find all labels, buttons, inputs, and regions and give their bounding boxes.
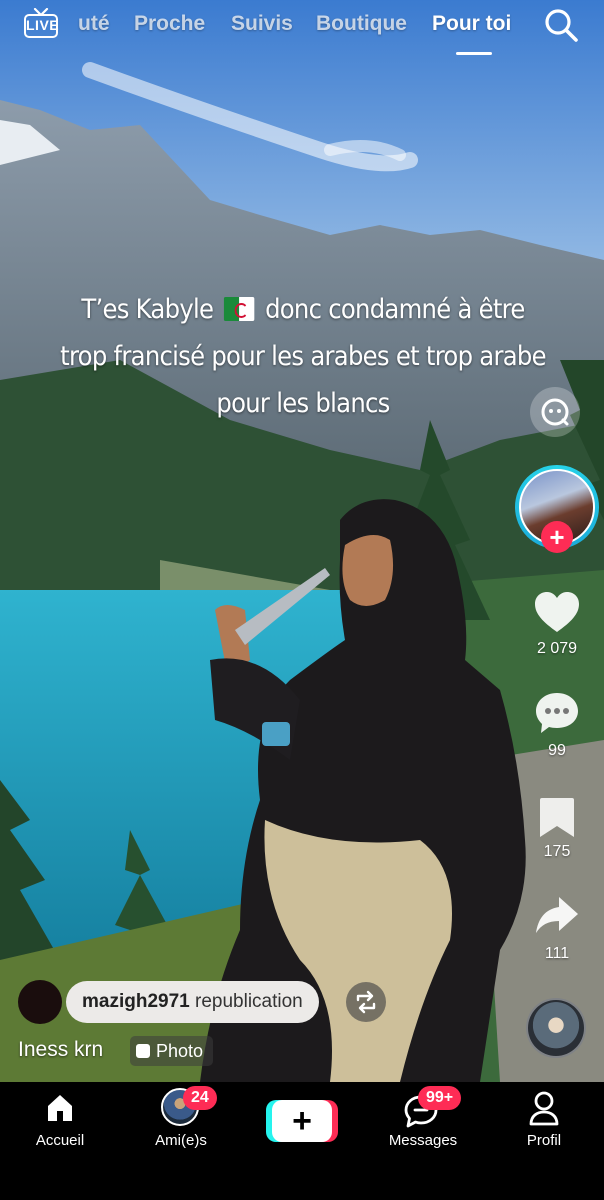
repost-label: republication <box>195 991 303 1012</box>
author-name[interactable]: Iness krn <box>18 1038 103 1062</box>
repost-icon <box>356 990 376 1014</box>
tab-for-you[interactable]: Pour toi <box>432 12 511 36</box>
post-caption: T’es Kabyle donc condamné à être trop fr… <box>57 286 548 427</box>
tab-community[interactable]: uté <box>78 12 110 36</box>
share-count: 111 <box>544 945 570 962</box>
nav-messages[interactable]: 99+ Messages <box>382 1082 464 1162</box>
music-disc-avatar[interactable] <box>526 998 586 1058</box>
post-photo[interactable] <box>0 0 604 1082</box>
like-count: 2 079 <box>536 640 578 657</box>
reposter-username: mazigh2971 <box>82 991 190 1012</box>
heart-icon[interactable] <box>533 590 581 636</box>
follow-button[interactable]: + <box>541 521 573 553</box>
live-label: LIVE <box>24 14 59 38</box>
nav-profile[interactable]: Profil <box>504 1082 584 1162</box>
messages-badge: 99+ <box>418 1086 462 1110</box>
reposter-avatar[interactable] <box>18 980 62 1024</box>
profile-icon <box>529 1091 559 1126</box>
top-navigation: LIVE uté Proche Suivis Boutique Pour toi <box>0 0 604 70</box>
comment-icon[interactable] <box>533 690 581 736</box>
bottom-navigation: Accueil 24 Ami(e)s + 99+ Messages Profil <box>0 1082 604 1200</box>
nav-profile-label: Profil <box>526 1132 562 1149</box>
nav-home[interactable]: Accueil <box>20 1082 100 1162</box>
create-button[interactable]: + <box>266 1100 338 1142</box>
ai-assistant-button[interactable] <box>530 387 580 437</box>
create-plus-icon: + <box>272 1100 332 1142</box>
nav-friends[interactable]: 24 Ami(e)s <box>141 1082 221 1162</box>
friends-badge: 24 <box>183 1086 217 1110</box>
photo-tag: Photo <box>130 1036 214 1066</box>
tab-nearby[interactable]: Proche <box>134 12 205 36</box>
nav-friends-label: Ami(e)s <box>155 1132 207 1149</box>
active-tab-indicator <box>456 52 492 55</box>
photo-tag-label: Photo <box>156 1041 204 1061</box>
tab-following[interactable]: Suivis <box>231 12 293 36</box>
save-count: 175 <box>543 843 571 860</box>
tiktok-feed-screen: LIVE uté Proche Suivis Boutique Pour toi… <box>0 0 604 1200</box>
photo-icon <box>136 1044 150 1058</box>
algeria-flag-icon <box>223 297 255 321</box>
ai-face-icon <box>541 398 569 426</box>
repost-pill[interactable]: mazigh2971 republication <box>66 981 319 1023</box>
home-icon <box>48 1095 72 1121</box>
tab-shop[interactable]: Boutique <box>316 12 407 36</box>
repost-button[interactable] <box>346 982 386 1022</box>
comment-count: 99 <box>548 742 566 759</box>
caption-text-start: T’es Kabyle <box>81 294 214 325</box>
nav-home-label: Accueil <box>35 1132 85 1149</box>
bookmark-icon[interactable] <box>533 795 581 841</box>
search-icon[interactable] <box>542 6 580 44</box>
landscape-illustration <box>0 0 604 1082</box>
nav-messages-label: Messages <box>388 1132 458 1149</box>
live-button[interactable]: LIVE <box>24 8 62 40</box>
share-icon[interactable] <box>533 893 581 939</box>
